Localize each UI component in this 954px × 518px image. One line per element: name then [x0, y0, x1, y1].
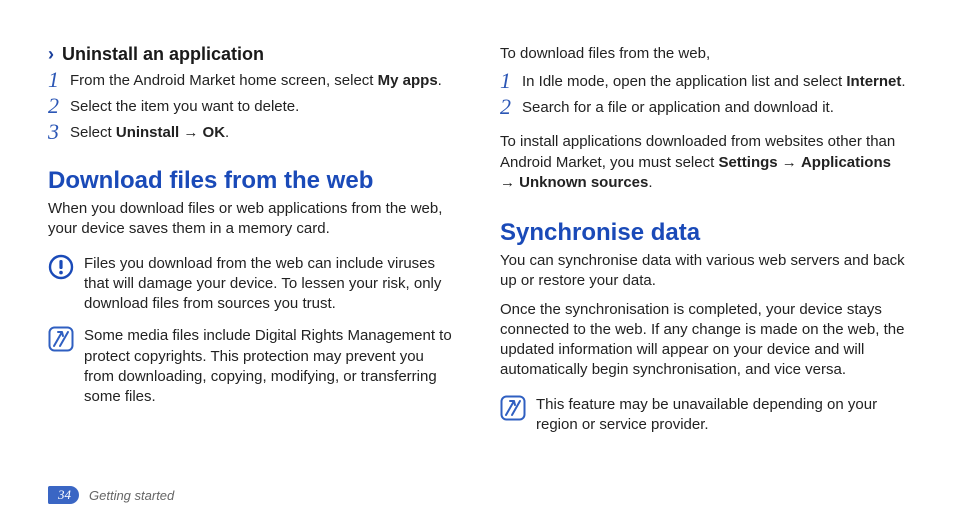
list-item: 2 Select the item you want to delete.	[48, 97, 454, 119]
info-note: Some media files include Digital Rights …	[48, 326, 454, 407]
page-footer: 34 Getting started	[48, 486, 174, 504]
step-number: 2	[48, 95, 70, 117]
download-heading: Download files from the web	[48, 167, 454, 195]
step-number: 3	[48, 121, 70, 143]
install-note: To install applications downloaded from …	[500, 132, 906, 193]
list-item: 1 In Idle mode, open the application lis…	[500, 72, 906, 94]
step-body: Search for a file or application and dow…	[522, 98, 906, 118]
download-intro: When you download files or web applicati…	[48, 199, 454, 240]
warning-note: Files you download from the web can incl…	[48, 254, 454, 315]
sync-para-2: Once the synchronisation is completed, y…	[500, 300, 906, 381]
warning-text: Files you download from the web can incl…	[84, 254, 454, 315]
note-text: This feature may be unavailable dependin…	[536, 395, 906, 436]
step-body: From the Android Market home screen, sel…	[70, 71, 454, 91]
step-body: Select the item you want to delete.	[70, 97, 454, 117]
download-lead: To download files from the web,	[500, 44, 906, 64]
sync-para-1: You can synchronise data with various we…	[500, 251, 906, 292]
note-icon	[48, 326, 74, 352]
warning-icon	[48, 254, 74, 280]
list-item: 1 From the Android Market home screen, s…	[48, 71, 454, 93]
info-note: This feature may be unavailable dependin…	[500, 395, 906, 436]
note-text: Some media files include Digital Rights …	[84, 326, 454, 407]
step-number: 2	[500, 96, 522, 118]
footer-section-label: Getting started	[89, 488, 174, 503]
download-steps: 1 In Idle mode, open the application lis…	[500, 72, 906, 124]
list-item: 3 Select Uninstall → OK.	[48, 123, 454, 145]
uninstall-heading-label: Uninstall an application	[62, 44, 264, 65]
note-icon	[500, 395, 526, 421]
uninstall-heading: › Uninstall an application	[48, 44, 454, 65]
sync-heading: Synchronise data	[500, 219, 906, 247]
left-column: › Uninstall an application 1 From the An…	[48, 44, 454, 474]
list-item: 2 Search for a file or application and d…	[500, 98, 906, 120]
step-number: 1	[48, 69, 70, 91]
chevron-right-icon: ›	[48, 44, 54, 65]
step-body: Select Uninstall → OK.	[70, 123, 454, 143]
step-body: In Idle mode, open the application list …	[522, 72, 906, 92]
page-columns: › Uninstall an application 1 From the An…	[48, 44, 906, 474]
step-number: 1	[500, 70, 522, 92]
right-column: To download files from the web, 1 In Idl…	[500, 44, 906, 474]
uninstall-steps: 1 From the Android Market home screen, s…	[48, 71, 454, 149]
page-number: 34	[48, 486, 79, 504]
